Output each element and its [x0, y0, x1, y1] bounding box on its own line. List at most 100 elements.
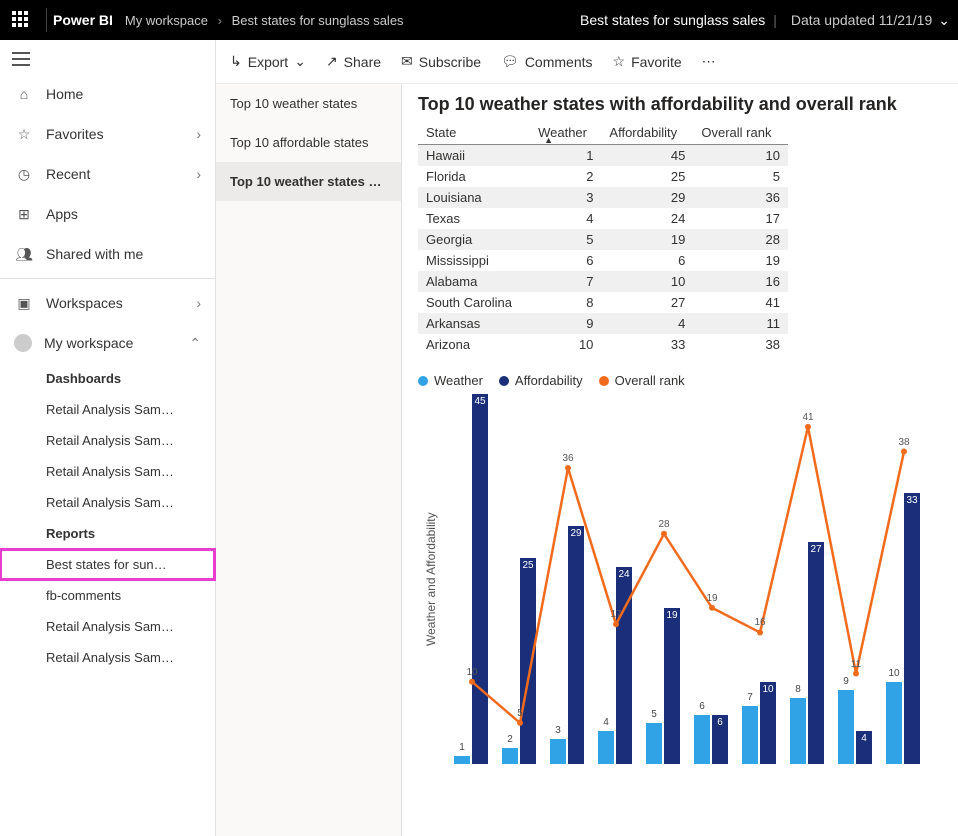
chevron-down-icon[interactable]: ⌄: [938, 12, 950, 29]
bar-affordability[interactable]: 6: [712, 715, 728, 764]
nav-dashboard-item[interactable]: Retail Analysis Sam…: [0, 425, 215, 456]
bar-weather[interactable]: 9: [838, 690, 854, 764]
app-launcher-icon[interactable]: [12, 11, 30, 29]
report-title-top: Best states for sunglass sales: [580, 12, 765, 28]
bar-weather[interactable]: 2: [502, 748, 518, 764]
nav-myws-label: My workspace: [44, 335, 133, 351]
breadcrumb[interactable]: My workspace › Best states for sunglass …: [125, 13, 404, 28]
nav-report-item[interactable]: Retail Analysis Sam…: [0, 611, 215, 642]
page-tab[interactable]: Top 10 weather states: [216, 84, 401, 123]
bar-weather[interactable]: 7: [742, 706, 758, 764]
share-label: Share: [344, 54, 381, 70]
table-row[interactable]: Florida2255: [418, 166, 788, 187]
table-row[interactable]: Texas42417: [418, 208, 788, 229]
chevron-up-icon: ⌃: [189, 335, 201, 352]
nav-workspaces[interactable]: ▣Workspaces›: [0, 283, 215, 323]
nav-report-item-active[interactable]: Best states for sun…: [0, 549, 215, 580]
chart-legend: Weather Affordability Overall rank: [402, 355, 958, 394]
favorite-button[interactable]: ☆Favorite: [613, 53, 682, 70]
comment-icon: 💬︎: [501, 53, 519, 70]
subscribe-button[interactable]: ✉Subscribe: [401, 53, 481, 70]
col-weather[interactable]: Weather▲: [530, 121, 601, 145]
global-topbar: Power BI My workspace › Best states for …: [0, 0, 958, 40]
line-point-label: 36: [562, 453, 573, 464]
bar-weather[interactable]: 5: [646, 723, 662, 764]
col-overall-rank[interactable]: Overall rank: [693, 121, 788, 145]
clock-icon: ◷: [14, 166, 34, 183]
star-icon: ☆: [14, 126, 34, 143]
nav-dashboard-item[interactable]: Retail Analysis Sam…: [0, 487, 215, 518]
data-updated-label[interactable]: Data updated 11/21/19: [791, 12, 932, 28]
table-row[interactable]: Georgia51928: [418, 229, 788, 250]
nav-report-item[interactable]: fb-comments: [0, 580, 215, 611]
table-row[interactable]: South Carolina82741: [418, 292, 788, 313]
bar-weather[interactable]: 3: [550, 739, 566, 764]
col-state[interactable]: State: [418, 121, 530, 145]
legend-dot-icon: [599, 376, 609, 386]
bar-affordability[interactable]: 25: [520, 558, 536, 764]
nav-dashboard-item[interactable]: Retail Analysis Sam…: [0, 394, 215, 425]
export-label: Export: [248, 54, 288, 70]
bar-weather[interactable]: 10: [886, 682, 902, 764]
table-row[interactable]: Mississippi6619: [418, 250, 788, 271]
page-tab-active[interactable]: Top 10 weather states w…: [216, 162, 401, 201]
nav-home[interactable]: ⌂Home: [0, 74, 215, 114]
legend-weather[interactable]: Weather: [418, 373, 483, 388]
bar-weather[interactable]: 4: [598, 731, 614, 764]
col-affordability[interactable]: Affordability: [601, 121, 693, 145]
share-button[interactable]: ↗ Share: [326, 53, 381, 70]
breadcrumb-report[interactable]: Best states for sunglass sales: [232, 13, 404, 28]
nav-favorites[interactable]: ☆Favorites›: [0, 114, 215, 154]
brand-label: Power BI: [53, 12, 113, 28]
star-icon: ☆: [613, 53, 626, 70]
table-row[interactable]: Hawaii14510: [418, 145, 788, 167]
bar-affordability[interactable]: 10: [760, 682, 776, 764]
legend-weather-label: Weather: [434, 373, 483, 388]
bar-weather[interactable]: 6: [694, 715, 710, 764]
comments-button[interactable]: 💬︎ Comments: [501, 53, 592, 70]
nav-apps-label: Apps: [46, 206, 78, 222]
bar-affordability[interactable]: 4: [856, 731, 872, 764]
breadcrumb-workspace[interactable]: My workspace: [125, 13, 208, 28]
bar-weather[interactable]: 1: [454, 756, 470, 764]
bar-affordability[interactable]: 29: [568, 526, 584, 764]
comments-label: Comments: [525, 54, 593, 70]
line-point-label: 19: [706, 593, 717, 604]
nav-report-item[interactable]: Retail Analysis Sam…: [0, 642, 215, 673]
table-row[interactable]: Alabama71016: [418, 271, 788, 292]
nav-hamburger[interactable]: [0, 44, 215, 74]
nav-shared[interactable]: 👥︎Shared with me: [0, 234, 215, 274]
page-tab[interactable]: Top 10 affordable states: [216, 123, 401, 162]
legend-overall-rank[interactable]: Overall rank: [599, 373, 685, 388]
bar-weather[interactable]: 8: [790, 698, 806, 764]
nav-dashboard-item[interactable]: Retail Analysis Sam…: [0, 456, 215, 487]
more-button[interactable]: ⋯: [702, 53, 716, 70]
line-point-label: 41: [802, 412, 813, 423]
bar-affordability[interactable]: 33: [904, 493, 920, 764]
combo-chart[interactable]: 1 452 253 294 245 196 67 108 279 410 331…: [444, 394, 942, 764]
line-point-label: 5: [517, 708, 523, 719]
bar-affordability[interactable]: 45: [472, 394, 488, 764]
table-row[interactable]: Louisiana32936: [418, 187, 788, 208]
bar-affordability[interactable]: 27: [808, 542, 824, 764]
table-row[interactable]: Arizona103338: [418, 334, 788, 355]
line-point-label: 11: [851, 659, 861, 670]
report-canvas: Top 10 weather states with affordability…: [402, 84, 958, 836]
nav-apps[interactable]: ⊞Apps: [0, 194, 215, 234]
data-table[interactable]: State Weather▲ Affordability Overall ran…: [418, 121, 788, 355]
legend-dot-icon: [499, 376, 509, 386]
nav-my-workspace[interactable]: My workspace ⌃: [0, 323, 215, 363]
share-icon: ↗: [326, 53, 338, 70]
nav-recent[interactable]: ◷Recent›: [0, 154, 215, 194]
line-point-label: 16: [754, 617, 765, 628]
nav-favorites-label: Favorites: [46, 126, 104, 142]
people-icon: 👥︎: [14, 246, 34, 263]
line-point-label: 28: [658, 519, 669, 530]
legend-rank-label: Overall rank: [615, 373, 685, 388]
bar-affordability[interactable]: 24: [616, 567, 632, 764]
legend-affordability[interactable]: Affordability: [499, 373, 583, 388]
nav-home-label: Home: [46, 86, 83, 102]
table-row[interactable]: Arkansas9411: [418, 313, 788, 334]
export-button[interactable]: ↳Export⌄: [230, 53, 306, 70]
bar-affordability[interactable]: 19: [664, 608, 680, 764]
